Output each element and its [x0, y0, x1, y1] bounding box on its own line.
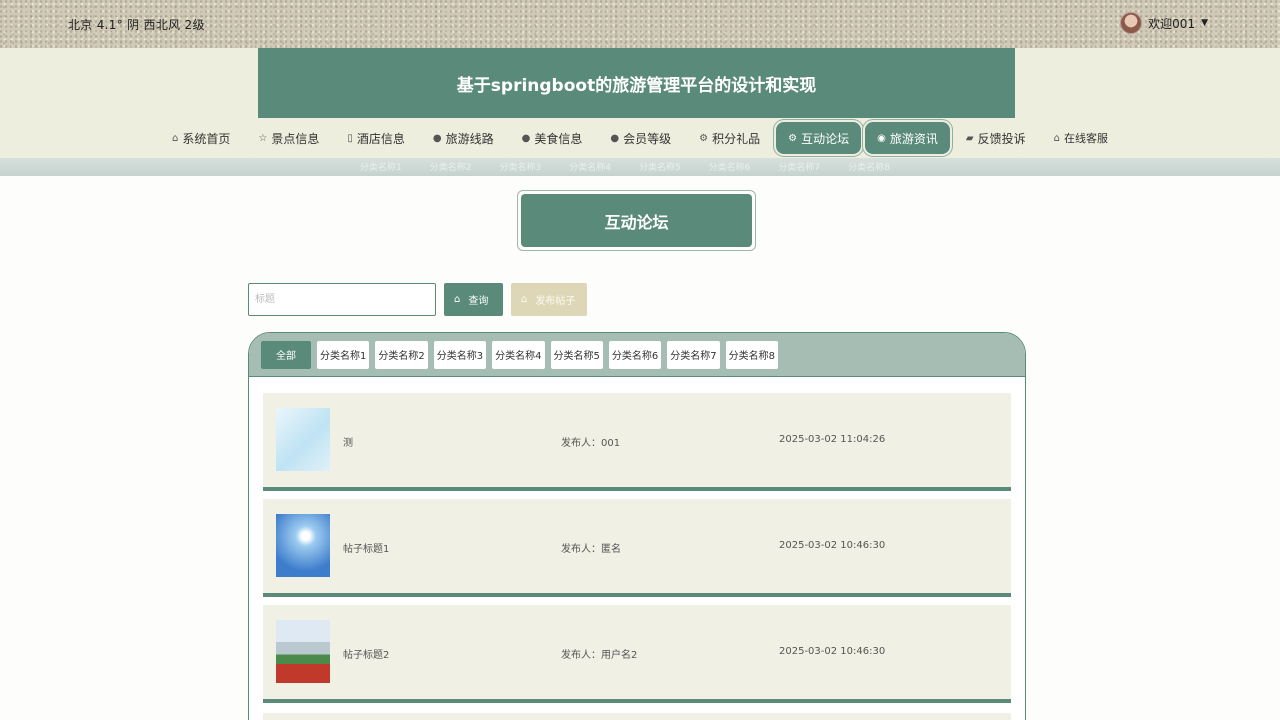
nav-label: 在线客服 [1063, 132, 1108, 145]
category-item[interactable]: 分类名称7 [667, 340, 720, 369]
settings-icon: ⚙ [699, 132, 709, 144]
nav-label: 美食信息 [534, 131, 583, 146]
caret-down-icon[interactable]: ▼ [1201, 18, 1208, 28]
nav-label: 互动论坛 [801, 131, 850, 146]
category-all[interactable]: 全部 [261, 340, 311, 369]
weather-info: 北京 4.1° 阴 西北风 2级 [68, 18, 205, 32]
category-item[interactable]: 分类名称5 [550, 340, 603, 369]
sub-nav-item[interactable]: 分类名称5 [639, 160, 681, 173]
post-date: 2025-03-02 10:46:30 [779, 646, 886, 657]
nav-item-food[interactable]: ● 美食信息 [510, 122, 595, 154]
page-title-frame: 互动论坛 [517, 190, 756, 251]
sub-nav-item[interactable]: 分类名称8 [848, 160, 890, 173]
post-date: 2025-03-02 11:04:26 [779, 434, 886, 445]
sub-nav-item[interactable]: 分类名称7 [778, 160, 820, 173]
nav-item-support[interactable]: ⌂ 在线客服 [1042, 122, 1120, 154]
category-item[interactable]: 分类名称1 [317, 340, 370, 369]
post-thumbnail[interactable] [276, 620, 330, 683]
post-author: 发布人：用户名2 [561, 650, 638, 661]
nav-label: 系统首页 [182, 131, 231, 146]
query-button[interactable]: ⌂ 查询 [444, 283, 503, 316]
info-circle-icon: ● [610, 132, 620, 144]
user-menu[interactable]: 欢迎001 ▼ [1120, 12, 1208, 34]
nav-item-home[interactable]: ⌂ 系统首页 [160, 122, 242, 154]
post-title[interactable]: 帖子标题1 [343, 540, 389, 555]
welcome-text[interactable]: 欢迎001 [1148, 15, 1195, 32]
post-row[interactable]: 帖子标题2 发布人：用户名2 2025-03-02 10:46:30 [263, 605, 1011, 703]
star-icon: ☆ [258, 132, 268, 144]
nav-label: 反馈投诉 [977, 131, 1026, 146]
nav-label: 会员等级 [623, 131, 672, 146]
nav-item-forum[interactable]: ⚙ 互动论坛 [776, 122, 862, 154]
sub-nav-item[interactable]: 分类名称1 [360, 160, 402, 173]
building-icon: ▯ [347, 132, 353, 144]
category-bar: 全部 分类名称1 分类名称2 分类名称3 分类名称4 分类名称5 分类名称6 分… [249, 333, 1025, 377]
nav-label: 景点信息 [271, 131, 320, 146]
search-row: ⌂ 查询 ⌂ 发布帖子 [248, 283, 587, 316]
title-search-input[interactable] [248, 283, 436, 316]
camera-icon: ◉ [877, 132, 886, 144]
category-item[interactable]: 分类名称3 [433, 340, 487, 369]
nav-item-news[interactable]: ◉ 旅游资讯 [865, 122, 950, 154]
post-author: 发布人：001 [561, 438, 621, 449]
nav-label: 旅游资讯 [889, 131, 938, 146]
sub-nav: 分类名称1 分类名称2 分类名称3 分类名称4 分类名称5 分类名称6 分类名称… [360, 160, 890, 173]
nav-item-feedback[interactable]: ▰ 反馈投诉 [954, 122, 1038, 154]
home-icon: ⌂ [521, 294, 528, 305]
publish-label: 发布帖子 [535, 296, 576, 307]
nav-label: 积分礼品 [712, 131, 761, 146]
post-row[interactable]: 帖子标题1 发布人：匿名 2025-03-02 10:46:30 [263, 499, 1011, 597]
info-circle-icon: ● [432, 132, 442, 144]
category-item[interactable]: 分类名称6 [608, 340, 662, 369]
home-icon: ⌂ [1053, 132, 1060, 144]
post-date: 2025-03-02 10:46:30 [779, 540, 886, 551]
post-title[interactable]: 测 [343, 434, 353, 449]
post-row[interactable]: 测 发布人：001 2025-03-02 11:04:26 [263, 393, 1011, 491]
post-thumbnail[interactable] [276, 408, 330, 471]
site-title: 基于springboot的旅游管理平台的设计和实现 [258, 48, 1015, 118]
publish-post-button[interactable]: ⌂ 发布帖子 [511, 283, 587, 316]
car-icon: ▰ [965, 132, 974, 144]
home-icon: ⌂ [454, 294, 461, 305]
nav-label: 旅游线路 [445, 131, 494, 146]
sub-nav-item[interactable]: 分类名称4 [569, 160, 611, 173]
home-icon: ⌂ [172, 132, 179, 144]
category-item[interactable]: 分类名称2 [375, 340, 428, 369]
sub-nav-item[interactable]: 分类名称3 [499, 160, 541, 173]
nav-item-attractions[interactable]: ☆ 景点信息 [246, 122, 331, 154]
post-title[interactable]: 帖子标题2 [343, 646, 389, 661]
sub-nav-item[interactable]: 分类名称2 [430, 160, 472, 173]
nav-item-membership[interactable]: ● 会员等级 [598, 122, 683, 154]
avatar[interactable] [1120, 12, 1143, 34]
nav-item-hotels[interactable]: ▯ 酒店信息 [335, 122, 417, 154]
nav-label: 酒店信息 [356, 131, 405, 146]
category-item[interactable]: 分类名称4 [492, 340, 545, 369]
post-thumbnail[interactable] [276, 514, 330, 577]
page-title: 互动论坛 [521, 194, 752, 247]
question-circle-icon: ● [521, 132, 531, 144]
category-item[interactable]: 分类名称8 [725, 340, 778, 369]
sub-nav-item[interactable]: 分类名称6 [709, 160, 751, 173]
nav-item-routes[interactable]: ● 旅游线路 [421, 122, 506, 154]
top-bar: 北京 4.1° 阴 西北风 2级 欢迎001 ▼ [0, 0, 1280, 48]
nav-item-gifts[interactable]: ⚙ 积分礼品 [687, 122, 772, 154]
post-author: 发布人：匿名 [561, 544, 621, 555]
main-nav: ⌂ 系统首页 ☆ 景点信息 ▯ 酒店信息 ● 旅游线路 ● 美食信息 ● 会员等级 ⚙ 积分礼… [0, 122, 1280, 156]
post-row-partial[interactable] [263, 713, 1011, 720]
settings-icon: ⚙ [788, 132, 798, 144]
forum-panel: 全部 分类名称1 分类名称2 分类名称3 分类名称4 分类名称5 分类名称6 分… [248, 332, 1026, 720]
query-label: 查询 [468, 296, 489, 307]
